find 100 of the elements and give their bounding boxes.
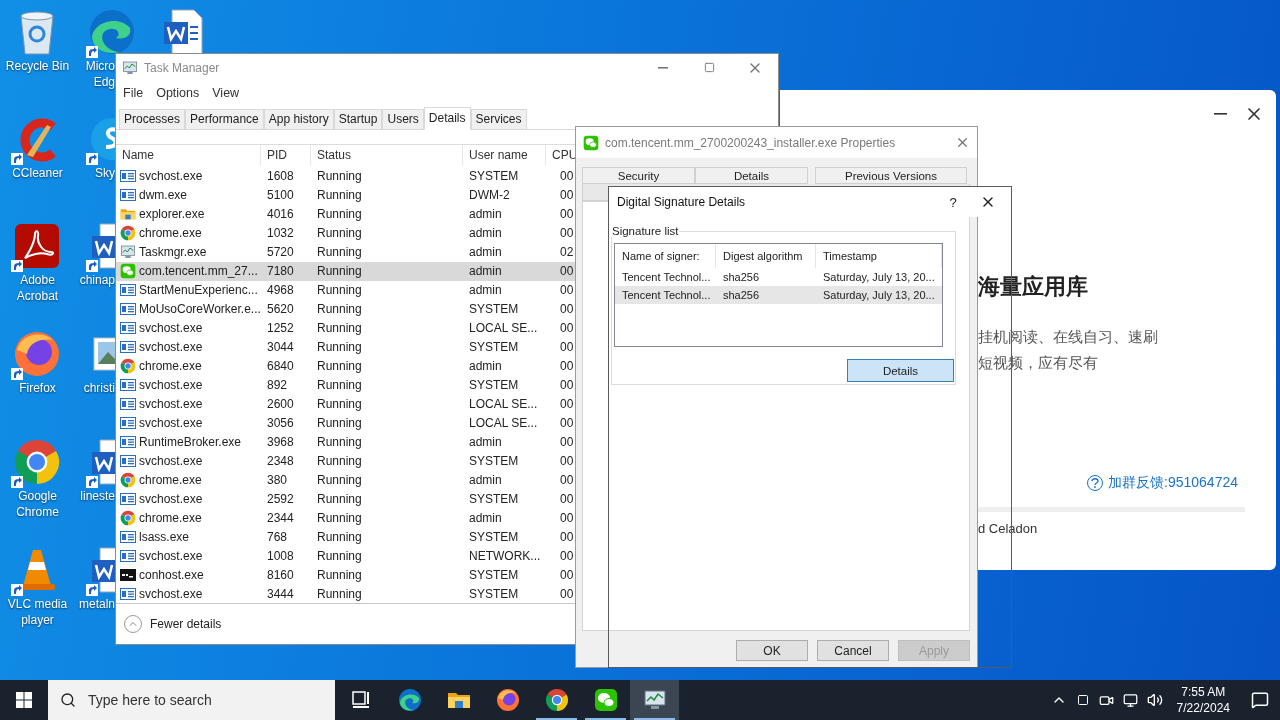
dialog-button[interactable]: Cancel	[817, 640, 889, 661]
table-cell-text: Running	[316, 169, 363, 184]
clock-time[interactable]: 7:55 AM	[1181, 684, 1226, 700]
table-cell-text: Running	[316, 264, 363, 279]
tab[interactable]: Services	[470, 108, 527, 129]
table-cell-text: 00	[559, 587, 575, 602]
process-row[interactable]: svchost.exe 1252 Running LOCAL SE... 00	[116, 318, 778, 338]
table-cell-text: Running	[316, 568, 363, 583]
desktop-icon-label[interactable]: christi	[75, 380, 115, 396]
table-cell-text: sha256	[722, 289, 761, 301]
service-icon	[120, 187, 136, 204]
table-cell-text: Running	[316, 416, 363, 431]
menu-item[interactable]: Options	[156, 85, 200, 100]
chrome-icon	[120, 472, 136, 489]
desktop-icon-label[interactable]: Adobe Acrobat	[0, 272, 75, 304]
table-cell: com.tencent.mm_27...	[139, 264, 258, 279]
signature-row[interactable]: Tencent Technol... sha256 Saturday, July 13, 20...	[615, 286, 942, 304]
process-row[interactable]: svchost.exe 2348 Running SYSTEM 00	[116, 451, 778, 471]
column-header[interactable]: Name	[116, 144, 261, 165]
tab[interactable]: Previous Versions	[815, 167, 967, 184]
tab[interactable]: Details	[423, 106, 471, 130]
table-cell-text: Running	[316, 587, 363, 602]
feedback-link[interactable]: 加群反馈:951064724	[1108, 474, 1238, 492]
process-row[interactable]: conhost.exe 8160 Running SYSTEM 00	[116, 565, 778, 585]
table-cell-text: SYSTEM	[468, 454, 520, 469]
chrome-icon	[120, 225, 136, 242]
tab[interactable]: Startup	[333, 108, 383, 129]
service-icon	[120, 548, 136, 565]
process-row[interactable]: chrome.exe 380 Running admin 00	[116, 470, 778, 490]
network-icon[interactable]	[1122, 692, 1139, 708]
table-cell-text: SYSTEM	[468, 302, 520, 317]
table-cell: chrome.exe	[139, 511, 202, 526]
process-row[interactable]: svchost.exe 2600 Running LOCAL SE... 00	[116, 394, 778, 414]
tab[interactable]: Processes	[119, 108, 186, 129]
search-field[interactable]: Type here to search	[48, 680, 335, 720]
column-header[interactable]: Digest algorithm	[716, 244, 816, 268]
tab[interactable]: Users	[382, 108, 424, 129]
desktop-icon-label[interactable]: chinap	[75, 272, 115, 288]
column-header[interactable]: Status	[311, 144, 463, 165]
taskbar-app-button[interactable]	[630, 680, 679, 720]
tab[interactable]: Security	[582, 167, 695, 184]
table-cell-text: 00	[559, 321, 575, 336]
table-cell-text: 8160	[266, 568, 295, 583]
dialog-title: Digital Signature Details	[617, 195, 746, 209]
table-cell: svchost.exe	[139, 321, 203, 336]
dialog-button[interactable]: OK	[736, 640, 808, 661]
fewer-details-link[interactable]: Fewer details	[150, 617, 222, 632]
table-cell-text: SYSTEM	[468, 530, 520, 545]
desktop-icon-label[interactable]: Sky	[75, 165, 115, 181]
process-row[interactable]: svchost.exe 3056 Running LOCAL SE... 00	[116, 413, 778, 433]
table-cell-text: Saturday, July 13, 20...	[822, 271, 936, 283]
table-cell: lsass.exe	[139, 530, 190, 545]
process-row[interactable]: chrome.exe 6840 Running admin 00	[116, 356, 778, 376]
process-row[interactable]: svchost.exe 2592 Running SYSTEM 00	[116, 489, 778, 509]
process-row[interactable]: svchost.exe 892 Running SYSTEM 00	[116, 375, 778, 395]
desktop-icon-label[interactable]: CCleaner	[0, 165, 75, 181]
help-button[interactable]: ?	[941, 194, 965, 210]
table-cell: svchost.exe	[139, 454, 203, 469]
table-cell: svchost.exe	[139, 340, 203, 355]
chart-monitor-icon	[642, 688, 667, 712]
menu-item[interactable]: File	[123, 85, 144, 100]
process-row[interactable]: svchost.exe 3044 Running SYSTEM 00	[116, 337, 778, 357]
column-header[interactable]: Timestamp	[816, 244, 942, 268]
desktop-icon-label[interactable]: Micro Edg	[75, 58, 115, 90]
table-cell-text: Running	[316, 435, 363, 450]
desktop-icon-label[interactable]: Google Chrome	[0, 488, 75, 520]
tab[interactable]: Details	[695, 167, 808, 184]
desktop-icon-label[interactable]: Recycle Bin	[0, 58, 75, 74]
service-icon	[120, 491, 136, 508]
table-cell-text: 3968	[266, 435, 295, 450]
desktop-icon-label[interactable]: lineste	[75, 488, 115, 504]
column-header[interactable]: Name of signer:	[615, 244, 716, 268]
table-cell-text: 00	[559, 530, 575, 545]
tab[interactable]: App history	[263, 108, 334, 129]
desktop-icon-label[interactable]: metaln	[75, 596, 115, 612]
details-button[interactable]: Details	[847, 359, 954, 382]
table-cell: svchost.exe	[139, 492, 203, 507]
service-icon	[120, 396, 136, 413]
console-icon	[120, 567, 136, 584]
process-row[interactable]: lsass.exe 768 Running SYSTEM 00	[116, 527, 778, 547]
process-row[interactable]: svchost.exe 3444 Running SYSTEM 00	[116, 584, 778, 604]
menu-item[interactable]: View	[212, 85, 240, 100]
table-cell: svchost.exe	[139, 587, 203, 602]
table-cell-text: 768	[266, 530, 289, 545]
chrome-icon	[120, 510, 136, 527]
desktop-icon-label[interactable]: Firefox	[0, 380, 75, 396]
volume-icon[interactable]	[1146, 692, 1163, 708]
minimize-icon	[1213, 113, 1227, 115]
process-row[interactable]: svchost.exe 1008 Running NETWORK... 00	[116, 546, 778, 566]
table-cell-text: 1032	[266, 226, 295, 241]
table-cell-text: 2592	[266, 492, 295, 507]
process-row[interactable]: RuntimeBroker.exe 3968 Running admin 00	[116, 432, 778, 452]
task-view-icon	[350, 690, 371, 710]
column-header[interactable]: User name	[463, 144, 546, 165]
clock-date[interactable]: 7/22/2024	[1176, 700, 1230, 716]
process-row[interactable]: chrome.exe 2344 Running admin 00	[116, 508, 778, 528]
desktop-icon-label[interactable]: VLC media player	[0, 596, 75, 628]
windows-logo-icon	[16, 692, 32, 708]
column-header[interactable]: PID	[261, 144, 311, 165]
tab[interactable]: Performance	[185, 108, 264, 129]
